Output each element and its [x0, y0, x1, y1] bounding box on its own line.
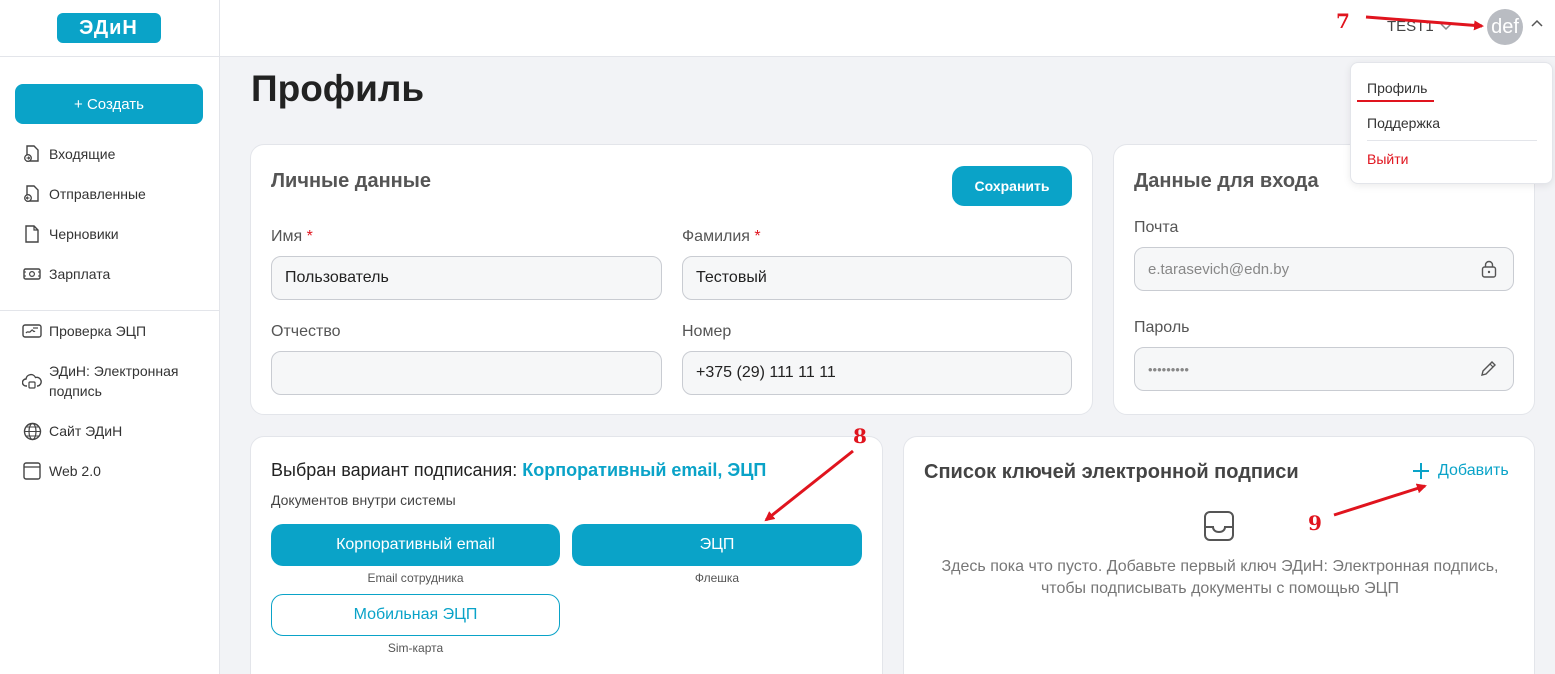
ecp-option[interactable]: ЭЦП: [572, 524, 862, 566]
last-name-label-text: Фамилия: [682, 228, 750, 245]
password-field: •••••••••: [1134, 347, 1514, 391]
login-data-title: Данные для входа: [1134, 170, 1319, 192]
salary-icon: [22, 264, 42, 284]
personal-data-card: Личные данные Сохранить Имя * Пользовате…: [250, 144, 1093, 415]
nav-primary: Входящие Отправленные Черновики Зарплата: [0, 144, 220, 304]
signing-title-prefix: Выбран вариант подписания:: [271, 460, 523, 480]
menu-item-logout[interactable]: Выйти: [1367, 151, 1408, 167]
phone-field[interactable]: +375 (29) 111 11 11: [682, 351, 1072, 395]
corporate-email-option[interactable]: Корпоративный email: [271, 524, 560, 566]
email-label: Почта: [1134, 219, 1179, 236]
sidebar-item-label: Отправленные: [49, 186, 146, 202]
sidebar-item-edin-signature[interactable]: ЭДиН: Электронная подпись: [0, 361, 220, 421]
sidebar-item-site[interactable]: Сайт ЭДиН: [0, 421, 220, 461]
signing-subtitle: Документов внутри системы: [271, 492, 456, 508]
annotation-number-7: 7: [1336, 9, 1350, 33]
annotation-number-8: 8: [853, 424, 867, 448]
sidebar-item-label: Сайт ЭДиН: [49, 423, 123, 439]
last-name-label: Фамилия *: [682, 228, 761, 246]
signing-option-card: Выбран вариант подписания: Корпоративный…: [250, 436, 883, 674]
plus-icon: [1413, 463, 1429, 479]
logo[interactable]: ЭДиН: [56, 13, 161, 43]
corporate-email-caption: Email сотрудника: [367, 571, 464, 585]
last-name-field[interactable]: Тестовый: [682, 256, 1072, 300]
top-header: TEST1 def: [220, 0, 1555, 57]
email-value: e.tarasevich@edn.by: [1148, 260, 1290, 278]
edit-pencil-icon[interactable]: [1479, 360, 1497, 382]
lock-icon: [1481, 260, 1497, 282]
window-icon: [22, 461, 42, 481]
first-name-field[interactable]: Пользователь: [271, 256, 662, 300]
required-mark: *: [306, 228, 313, 245]
password-label: Пароль: [1134, 319, 1190, 336]
logo-area: ЭДиН: [0, 0, 219, 57]
logo-text: ЭДиН: [79, 16, 138, 39]
nav-secondary: Проверка ЭЦП ЭДиН: Электронная подпись С…: [0, 321, 220, 501]
password-value: •••••••••: [1148, 361, 1189, 377]
empty-state-line2: чтобы подписывать документы с помощью ЭЦ…: [1040, 580, 1400, 597]
empty-state-line1: Здесь пока что пусто. Добавьте первый кл…: [941, 558, 1499, 575]
first-name-value: Пользователь: [285, 269, 389, 286]
required-mark: *: [754, 228, 761, 245]
cloud-sign-icon: [22, 371, 42, 391]
globe-icon: [22, 421, 42, 441]
keys-list-card: Список ключей электронной подписи Добави…: [903, 436, 1535, 674]
email-field: e.tarasevich@edn.by: [1134, 247, 1514, 291]
sidebar: ЭДиН + Создать Входящие Отправленные Чер…: [0, 0, 220, 674]
sidebar-item-drafts[interactable]: Черновики: [0, 224, 220, 264]
menu-item-profile[interactable]: Профиль: [1367, 80, 1427, 96]
first-name-label-text: Имя: [271, 228, 303, 245]
sidebar-item-label: ЭДиН: Электронная подпись: [49, 363, 179, 399]
annotation-number-9: 9: [1308, 511, 1322, 535]
chevron-up-icon[interactable]: [1531, 19, 1543, 27]
signature-check-icon: [22, 321, 42, 341]
sidebar-item-inbox[interactable]: Входящие: [0, 144, 220, 184]
create-button[interactable]: + Создать: [15, 84, 203, 124]
empty-tray-icon: [1203, 510, 1235, 547]
sidebar-item-sent[interactable]: Отправленные: [0, 184, 220, 224]
signing-title: Выбран вариант подписания: Корпоративный…: [271, 460, 766, 481]
draft-icon: [22, 224, 42, 244]
outbox-icon: [22, 184, 42, 204]
sidebar-item-label: Черновики: [49, 226, 119, 242]
add-key-label: Добавить: [1438, 462, 1509, 479]
create-button-label: + Создать: [74, 95, 144, 113]
keys-list-title: Список ключей электронной подписи: [924, 461, 1299, 483]
middle-name-label: Отчество: [271, 323, 341, 340]
chevron-down-icon: [1440, 22, 1452, 30]
phone-label: Номер: [682, 323, 732, 340]
add-key-button[interactable]: Добавить: [1412, 462, 1509, 480]
phone-value: +375 (29) 111 11 11: [696, 364, 836, 381]
sidebar-item-salary[interactable]: Зарплата: [0, 264, 220, 304]
avatar[interactable]: def: [1487, 9, 1523, 45]
middle-name-field[interactable]: [271, 351, 662, 395]
sidebar-item-label: Проверка ЭЦП: [49, 323, 147, 339]
sidebar-item-label: Зарплата: [49, 266, 111, 282]
annotation-underline: [1357, 100, 1434, 102]
menu-item-support[interactable]: Поддержка: [1367, 115, 1440, 131]
empty-state-text: Здесь пока что пусто. Добавьте первый кл…: [904, 556, 1536, 600]
first-name-label: Имя *: [271, 228, 313, 246]
sidebar-item-signature-check[interactable]: Проверка ЭЦП: [0, 321, 220, 361]
menu-separator: [1367, 140, 1537, 141]
mobile-ecp-option[interactable]: Мобильная ЭЦП: [271, 594, 560, 636]
login-data-card: Данные для входа Почта e.tarasevich@edn.…: [1113, 144, 1535, 415]
sidebar-item-web2[interactable]: Web 2.0: [0, 461, 220, 501]
page-title: Профиль: [251, 68, 425, 109]
org-name: TEST1: [1387, 18, 1434, 35]
signing-selected-value: Корпоративный email, ЭЦП: [522, 460, 767, 480]
ecp-caption: Флешка: [694, 571, 740, 585]
personal-data-title: Личные данные: [271, 170, 431, 192]
org-selector[interactable]: TEST1: [1387, 18, 1452, 35]
mobile-ecp-caption: Sim-карта: [387, 641, 444, 655]
sidebar-item-label: Входящие: [49, 146, 116, 162]
inbox-icon: [22, 144, 42, 164]
nav-divider: [0, 310, 220, 311]
sidebar-item-label: Web 2.0: [49, 463, 101, 479]
profile-dropdown-menu: Профиль Поддержка Выйти: [1350, 62, 1553, 184]
save-button[interactable]: Сохранить: [952, 166, 1072, 206]
last-name-value: Тестовый: [696, 269, 767, 286]
